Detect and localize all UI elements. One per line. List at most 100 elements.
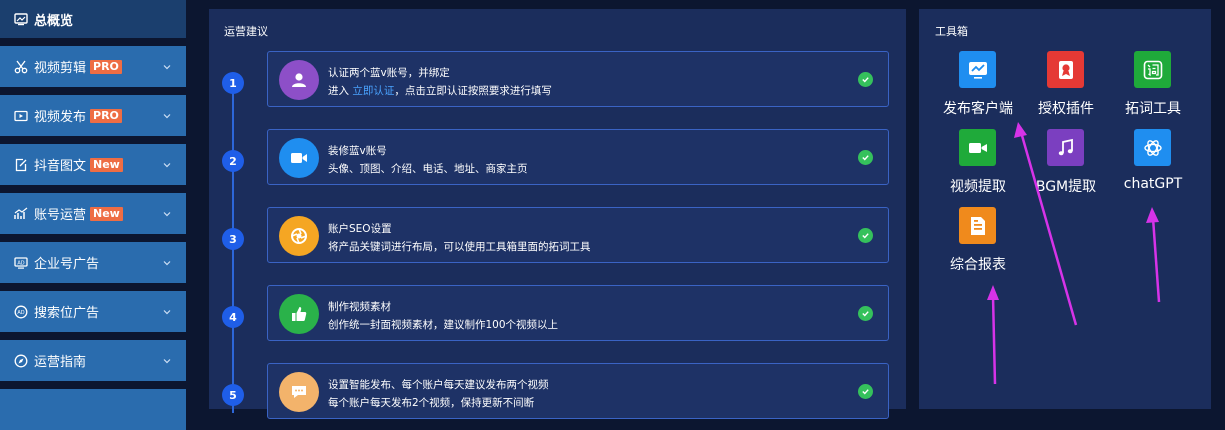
- tool-label: 视频提取: [950, 179, 1006, 195]
- sidebar-item-label: 运营指南: [34, 355, 87, 370]
- step-card: 认证两个蓝v账号，并绑定 进入 立即认证，点击立即认证按照要求进行填写: [267, 51, 889, 107]
- monitor-chart-icon: [968, 61, 987, 79]
- tool-video-extract[interactable]: 视频提取: [932, 129, 1024, 199]
- tool-report[interactable]: 综合报表: [932, 207, 1024, 277]
- tool-icon-bg: [959, 51, 996, 88]
- step-desc: 头像、顶图、介绍、电话、地址、商家主页: [328, 163, 528, 175]
- sidebar-item-label: 抖音图文: [34, 159, 87, 174]
- toolbox-title: 工具箱: [935, 25, 968, 38]
- pro-badge: PRO: [90, 108, 122, 123]
- svg-text:AD: AD: [17, 260, 24, 266]
- music-icon: [1058, 138, 1073, 155]
- check-icon: [858, 384, 873, 399]
- step-title: 认证两个蓝v账号，并绑定: [328, 67, 450, 79]
- license-icon: [1058, 60, 1073, 79]
- step-number: 1: [222, 72, 244, 94]
- step-title: 设置智能发布、每个账户每天建议发布两个视频: [328, 379, 549, 391]
- openai-icon: [1143, 139, 1162, 156]
- svg-text:AD: AD: [17, 310, 24, 316]
- step-card: 装修蓝v账号 头像、顶图、介绍、电话、地址、商家主页: [267, 129, 889, 185]
- step-desc: 将产品关键词进行布局，可以使用工具箱里面的拓词工具: [328, 241, 591, 253]
- sidebar-item-more[interactable]: [0, 389, 186, 430]
- ad-icon: AD: [14, 256, 28, 270]
- new-badge: New: [90, 206, 123, 221]
- ops-suggestions-panel: 运营建议 1 认证两个蓝v账号，并绑定 进入 立即认证，点击立即认证按照要求进行…: [209, 9, 906, 419]
- tool-label: BGM提取: [1035, 179, 1097, 195]
- chevron-down-icon: [162, 258, 172, 268]
- step-icon-bg: [279, 294, 319, 334]
- toolbox-panel: 工具箱 发布客户端 授权插件 拓词工具 视频提取 BGM提取 chatGPT 综…: [919, 9, 1211, 409]
- chart-icon: [14, 207, 28, 221]
- thumbs-up-icon: [292, 307, 307, 321]
- step-number: 3: [222, 228, 244, 250]
- tool-license-plugin[interactable]: 授权插件: [1020, 51, 1112, 121]
- step-card: 账户SEO设置 将产品关键词进行布局，可以使用工具箱里面的拓词工具: [267, 207, 889, 263]
- chat-icon: [292, 386, 306, 398]
- sidebar-item-label: 视频发布: [34, 110, 87, 125]
- tool-icon-bg: [1047, 129, 1084, 166]
- aperture-icon: [291, 228, 307, 244]
- step-desc: 每个账户每天发布2个视频，保持更新不间断: [328, 397, 535, 409]
- sidebar-item-overview[interactable]: 总概览: [0, 0, 186, 38]
- sidebar-item-label: 视频剪辑: [34, 61, 87, 76]
- tool-icon-bg: [1047, 51, 1084, 88]
- tool-label: chatGPT: [1123, 176, 1183, 192]
- panel-title: 运营建议: [224, 25, 268, 38]
- sidebar-item-search-ads[interactable]: AD 搜索位广告: [0, 291, 186, 332]
- sidebar-item-video-publish[interactable]: 视频发布 PRO: [0, 95, 186, 136]
- pro-badge: PRO: [90, 59, 122, 74]
- chevron-down-icon: [162, 111, 172, 121]
- sidebar-item-ops-guide[interactable]: 运营指南: [0, 340, 186, 381]
- ci-icon: [1143, 60, 1162, 79]
- step-title: 制作视频素材: [328, 301, 391, 313]
- dashboard-icon: [14, 12, 28, 26]
- report-icon: [970, 216, 985, 235]
- step-desc: 进入 立即认证，点击立即认证按照要求进行填写: [328, 85, 552, 97]
- scissors-icon: [14, 60, 28, 74]
- tool-bgm-extract[interactable]: BGM提取: [1020, 129, 1112, 199]
- step-card: 制作视频素材 创作统一封面视频素材，建议制作100个视频以上: [267, 285, 889, 341]
- video-camera-icon: [291, 153, 307, 163]
- tool-label: 拓词工具: [1125, 101, 1181, 117]
- compass-icon: [14, 354, 28, 368]
- step-number: 5: [222, 384, 244, 406]
- check-icon: [858, 306, 873, 321]
- new-badge: New: [90, 157, 123, 172]
- chevron-down-icon: [162, 160, 172, 170]
- check-icon: [858, 72, 873, 87]
- tool-label: 综合报表: [950, 257, 1006, 273]
- edit-icon: [14, 158, 28, 172]
- tool-icon-bg: [959, 207, 996, 244]
- tool-chatgpt[interactable]: chatGPT: [1107, 129, 1199, 199]
- tool-icon-bg: [959, 129, 996, 166]
- sidebar-item-douyin-graphic[interactable]: 抖音图文 New: [0, 144, 186, 185]
- step-number: 4: [222, 306, 244, 328]
- tool-publish-client[interactable]: 发布客户端: [932, 51, 1024, 121]
- video-publish-icon: [14, 109, 28, 123]
- tool-keyword-expander[interactable]: 拓词工具: [1107, 51, 1199, 121]
- sidebar-item-account-ops[interactable]: 账号运营 New: [0, 193, 186, 234]
- step-title: 装修蓝v账号: [328, 145, 387, 157]
- check-icon: [858, 150, 873, 165]
- sidebar-item-label: 总概览: [34, 13, 74, 29]
- tool-icon-bg: [1134, 129, 1171, 166]
- check-icon: [858, 228, 873, 243]
- step-icon-bg: [279, 60, 319, 100]
- step-icon-bg: [279, 216, 319, 256]
- video-camera-icon: [968, 142, 987, 153]
- tool-label: 发布客户端: [943, 101, 1013, 117]
- sidebar-item-video-edit[interactable]: 视频剪辑 PRO: [0, 46, 186, 87]
- chevron-down-icon: [162, 356, 172, 366]
- step-icon-bg: [279, 138, 319, 178]
- user-icon: [292, 73, 306, 87]
- tool-icon-bg: [1134, 51, 1171, 88]
- verify-now-link[interactable]: 立即认证: [352, 85, 394, 97]
- sidebar: 总概览 视频剪辑 PRO 视频发布 PRO 抖音图文 New 账号运营 New: [0, 0, 188, 430]
- step-number: 2: [222, 150, 244, 172]
- sidebar-item-label: 搜索位广告: [34, 306, 100, 321]
- chevron-down-icon: [162, 307, 172, 317]
- sidebar-item-enterprise-ads[interactable]: AD 企业号广告: [0, 242, 186, 283]
- sidebar-item-label: 账号运营: [34, 208, 87, 223]
- step-icon-bg: [279, 372, 319, 412]
- step-desc: 创作统一封面视频素材，建议制作100个视频以上: [328, 319, 559, 331]
